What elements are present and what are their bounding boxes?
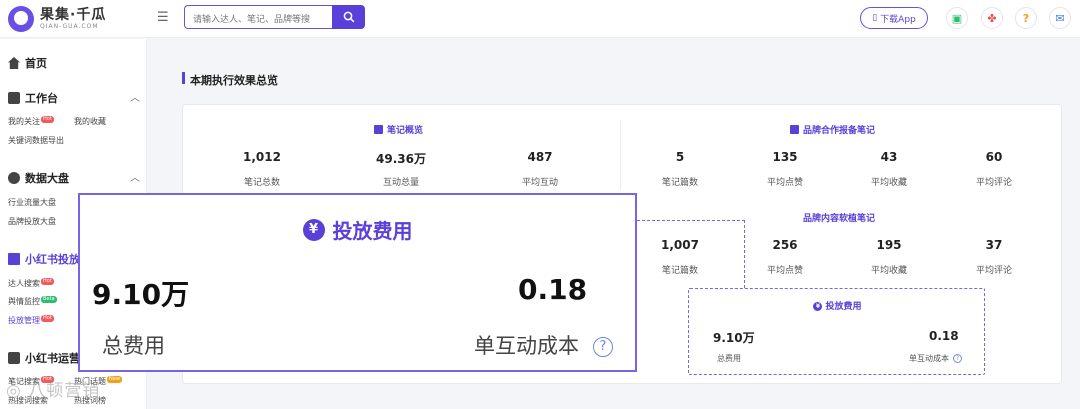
stat-label: 笔记总数 [243,178,280,188]
top-header: 果集·千瓜 QIAN-GUA.COM ☰ 请输入达人、笔记、品牌等搜 ▯ 下载A… [0,0,1080,38]
sidebar-item-my-follow[interactable]: 我的关注 Hot [8,116,54,127]
spend-summary-box: ¥ 投放费用 9.10万 0.18 总费用 单互动成本? [688,288,985,375]
zoom-total-spend-value: 9.10万 [92,278,190,311]
cpe-label: 单互动成本 [909,354,949,363]
connector-line [637,220,745,221]
help-icon[interactable]: ? [1015,7,1037,29]
stat-value: 256 [772,238,798,252]
logo-mark-icon [8,6,34,32]
connector-line [744,220,745,288]
stat-label: 笔记篇数 [661,266,698,276]
new-badge: New [107,376,122,383]
cpe-value: 0.18 [929,329,959,343]
stat-label: 平均评论 [975,266,1012,276]
folder-icon [8,253,20,265]
search-button[interactable] [332,5,365,29]
stat-label: 平均点赞 [766,266,803,276]
zoom-total-spend-label: 总费用 [102,334,165,358]
watermark: ◎ 八顿营销 [6,381,101,401]
yen-icon: ¥ [813,302,823,311]
beta-badge: Beta [41,296,57,303]
download-app-button[interactable]: ▯ 下载App [860,7,928,29]
chart-icon [8,352,20,364]
stat-label: 互动总量 [382,178,419,188]
cpe-label-wrap: 单互动成本? [909,353,962,364]
zoom-cpe-label-wrap: 单互动成本? [474,330,613,360]
total-spend-label: 总费用 [717,354,741,363]
logo-subtitle: QIAN-GUA.COM [40,23,99,30]
sidebar-group-workbench[interactable]: 工作台 [8,90,58,106]
hot-badge: Hot [41,116,54,123]
chevron-up-icon[interactable]: ︿ [130,169,140,184]
section-title-accent [182,72,185,84]
logo[interactable]: 果集·千瓜 QIAN-GUA.COM [8,6,106,32]
sidebar-group-xhs-ops[interactable]: 小红书运营 [8,350,80,366]
yen-icon: ¥ [302,218,325,241]
stat-value: 5 [675,150,685,164]
stat-value: 49.36万 [376,152,426,166]
menu-collapse-icon[interactable]: ☰ [157,11,171,25]
hot-badge: Hot [41,315,54,322]
briefcase-icon[interactable]: ▣ [946,7,968,29]
page-title: 本期执行效果总览 [190,74,278,87]
help-icon[interactable]: ? [953,354,962,363]
message-icon[interactable]: ✉ [1049,7,1071,29]
stat-label: 笔记篇数 [661,178,698,188]
edit-doc-icon [790,125,799,134]
document-icon [374,125,383,134]
search-icon [343,11,354,23]
brand-coop-title: 品牌合作报备笔记 [790,123,875,136]
sidebar-group-dashboard[interactable]: 数据大盘 [8,170,69,186]
stat-value: 60 [985,150,1003,164]
apps-icon[interactable]: ✤ [981,7,1003,29]
sidebar-item-ad-management[interactable]: 投放管理 Hot [8,315,54,326]
sidebar-item-keyword-export[interactable]: 关键词数据导出 [8,135,64,146]
sidebar-item-brand-ads[interactable]: 品牌投放大盘 [8,216,56,227]
stat-value: 135 [772,150,798,164]
workbench-icon [8,92,20,104]
total-spend-value: 9.10万 [713,331,755,345]
sidebar-item-home[interactable]: 首页 [8,55,47,71]
phone-icon: ▯ [872,13,878,23]
stat-value: 195 [876,238,902,252]
home-icon [8,57,20,69]
notes-overview-title: 笔记概览 [374,123,423,136]
chevron-up-icon[interactable]: ︿ [130,89,140,104]
stat-label: 平均收藏 [870,178,907,188]
stat-label: 平均评论 [975,178,1012,188]
stat-value: 43 [880,150,898,164]
sidebar-item-kol-search[interactable]: 达人搜索 Hot [8,278,54,289]
stat-value: 487 [527,150,553,164]
sidebar-group-xhs-ads[interactable]: 小红书投放 [8,251,80,267]
stat-value: 1,007 [661,238,699,252]
logo-name: 果集·千瓜 [40,7,107,23]
help-icon[interactable]: ? [593,337,613,357]
download-app-label: 下载App [880,14,916,25]
brand-soft-title: 品牌内容软植笔记 [803,214,876,224]
pie-chart-icon [8,172,20,184]
hot-badge: Hot [41,278,54,285]
zoom-cpe-value: 0.18 [518,273,588,306]
sidebar-item-my-favorites[interactable]: 我的收藏 [74,116,106,127]
zoom-cpe-label: 单互动成本 [474,334,579,358]
sidebar-item-sentiment[interactable]: 舆情监控 Beta [8,296,57,307]
stat-label: 平均互动 [521,178,558,188]
stat-label: 平均点赞 [766,178,803,188]
stat-label: 平均收藏 [870,266,907,276]
zoomed-spend-panel: ¥ 投放费用 9.10万 0.18 总费用 单互动成本? [78,193,637,372]
sidebar-item-industry-traffic[interactable]: 行业流量大盘 [8,197,56,208]
zoom-title: ¥ 投放费用 [80,215,635,244]
stat-value: 1,012 [243,150,281,164]
spend-title: ¥ 投放费用 [689,299,986,312]
search-input[interactable]: 请输入达人、笔记、品牌等搜 [184,5,332,29]
stat-value: 37 [985,238,1003,252]
